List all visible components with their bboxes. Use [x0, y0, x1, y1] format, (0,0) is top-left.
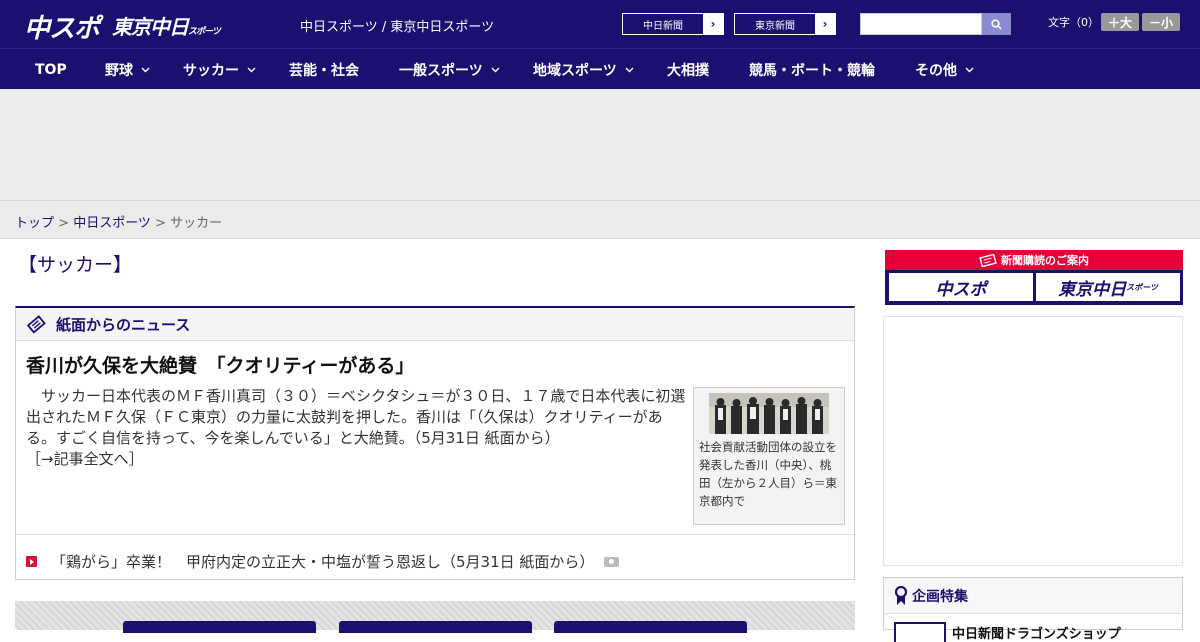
nav-label: 芸能・社会: [289, 62, 359, 79]
newspaper-icon: [26, 315, 46, 334]
more-links-area: [15, 601, 855, 633]
nav-label: その他: [915, 62, 957, 79]
font-bigger-button[interactable]: ＋大: [1101, 13, 1139, 31]
nav-item-soccer[interactable]: サッカー: [183, 49, 256, 90]
article-body: サッカー日本代表のＭＦ香川真司（３０）＝ベシクタシュ＝が３０日、１７歳で日本代表…: [26, 387, 686, 447]
search-icon: [991, 18, 1002, 30]
chunichi-shimbun-link[interactable]: 中日新聞 ›: [622, 13, 724, 35]
subscription-label: 新聞購読のご案内: [1001, 254, 1089, 267]
font-smaller-button[interactable]: －小: [1142, 13, 1180, 31]
dragons-shop-thumbnail: [894, 622, 946, 642]
font-size-label: 文字（0）: [1048, 16, 1099, 29]
chunichi-shimbun-label: 中日新聞: [643, 20, 683, 32]
more-link-button-1[interactable]: [123, 621, 316, 633]
nav-label: 大相撲: [667, 62, 709, 79]
tokyo-logo-suffix: スポーツ: [188, 27, 221, 37]
article-photo[interactable]: [709, 393, 829, 434]
special-features-title: 企画特集: [912, 588, 968, 605]
tokyo-chunichi-sports-logo[interactable]: 東京中日スポーツ: [112, 11, 221, 40]
main-nav: TOP 野球 サッカー 芸能・社会 一般スポーツ 地域スポーツ 大相撲 競馬・ボ…: [0, 48, 1200, 89]
divider: [16, 534, 854, 535]
nav-label: 地域スポーツ: [533, 62, 617, 79]
nav-label: 競馬・ボート・競輪: [749, 62, 875, 79]
tokyo-shimbun-link[interactable]: 東京新聞 ›: [734, 13, 836, 35]
chevron-right-icon: ›: [703, 14, 723, 34]
chevron-down-icon: [247, 67, 256, 73]
news-box-header: 紙面からのニュース: [16, 308, 854, 341]
nav-item-racing[interactable]: 競馬・ボート・競輪: [749, 49, 875, 90]
photo-image: [709, 393, 829, 434]
nav-item-other[interactable]: その他: [915, 49, 974, 90]
tokyo-shimbun-label: 東京新聞: [755, 20, 795, 32]
breadcrumb-top-link[interactable]: トップ: [15, 216, 54, 231]
special-feature-item[interactable]: 中日新聞ドラゴンズショップ: [894, 622, 1121, 642]
top-header: 中スポ 東京中日スポーツ 中日スポーツ / 東京中日スポーツ 中日新聞 › 東京…: [0, 0, 1200, 48]
nav-label: サッカー: [183, 62, 239, 79]
chevron-down-icon: [491, 67, 500, 73]
chuspo-logo-text: 中スポ: [935, 279, 987, 300]
more-link-button-3[interactable]: [554, 621, 747, 633]
news-box-title: 紙面からのニュース: [56, 315, 191, 334]
site-title: 中日スポーツ / 東京中日スポーツ: [300, 20, 495, 35]
nav-item-baseball[interactable]: 野球: [105, 49, 150, 90]
article-photo-card[interactable]: 社会貢献活動団体の設立を発表した香川（中央）、桃田（左から２人目）ら＝東京都内で: [693, 387, 845, 525]
breadcrumb-separator: >: [54, 216, 74, 231]
subscription-banner[interactable]: 新聞購読のご案内 中スポ 東京中日 スポーツ: [885, 250, 1183, 305]
read-more-link[interactable]: ［→記事全文へ］: [26, 450, 144, 468]
article-headline[interactable]: 香川が久保を大絶賛 「クオリティーがある」: [26, 351, 414, 378]
special-features-header: 企画特集: [884, 578, 1182, 614]
nav-item-general-sports[interactable]: 一般スポーツ: [399, 49, 500, 90]
paper-news-box: 紙面からのニュース 香川が久保を大絶賛 「クオリティーがある」 サッカー日本代表…: [15, 306, 855, 580]
nav-label: TOP: [35, 61, 67, 78]
more-link-button-2[interactable]: [339, 621, 532, 633]
chuspo-subscribe-link[interactable]: 中スポ: [889, 273, 1033, 301]
breadcrumb-current: サッカー: [170, 216, 223, 231]
search-input[interactable]: [860, 13, 982, 35]
arrow-bullet-icon: [26, 556, 37, 567]
special-feature-label: 中日新聞ドラゴンズショップ: [952, 627, 1121, 642]
tokyo-chunichi-subscribe-link[interactable]: 東京中日 スポーツ: [1036, 273, 1180, 301]
chevron-down-icon: [625, 67, 634, 73]
nav-item-entertainment[interactable]: 芸能・社会: [289, 49, 359, 90]
tokyo-logo-text: 東京中日: [1058, 279, 1127, 300]
sub-news-title: 「鶏がら」卒業！ 甲府内定の立正大・中塩が誓う恩返し（5月31日 紙面から）: [51, 553, 595, 571]
special-features-box: 企画特集 中日新聞ドラゴンズショップ: [883, 577, 1183, 642]
photo-caption: 社会貢献活動団体の設立を発表した香川（中央）、桃田（左から２人目）ら＝東京都内で: [699, 440, 837, 508]
search-button[interactable]: [982, 13, 1011, 35]
article-summary: サッカー日本代表のＭＦ香川真司（３０）＝ベシクタシュ＝が３０日、１７歳で日本代表…: [26, 386, 686, 470]
sidebar-ad-slot: [883, 316, 1183, 566]
camera-icon: [604, 556, 620, 567]
chevron-down-icon: [965, 67, 974, 73]
chevron-down-icon: [141, 67, 150, 73]
sub-news-link[interactable]: 「鶏がら」卒業！ 甲府内定の立正大・中塩が誓う恩返し（5月31日 紙面から）: [26, 551, 620, 572]
tokyo-logo-suffix: スポーツ: [1126, 282, 1158, 292]
nav-label: 一般スポーツ: [399, 62, 483, 79]
nav-item-regional-sports[interactable]: 地域スポーツ: [533, 49, 634, 90]
nav-label: 野球: [105, 62, 133, 79]
nav-item-top[interactable]: TOP: [35, 49, 67, 90]
tokyo-logo-text: 東京中日: [112, 15, 189, 39]
breadcrumb: トップ > 中日スポーツ > サッカー: [15, 212, 222, 231]
nav-item-sumo[interactable]: 大相撲: [667, 49, 709, 90]
subscription-banner-header: 新聞購読のご案内: [885, 250, 1183, 270]
breadcrumb-separator: >: [150, 216, 171, 231]
ribbon-icon: [894, 585, 908, 605]
chevron-right-icon: ›: [815, 14, 835, 34]
breadcrumb-bar: トップ > 中日スポーツ > サッカー: [0, 201, 1200, 239]
ad-banner-area: [0, 89, 1200, 201]
ticket-icon: [979, 253, 997, 267]
breadcrumb-chunichi-sports-link[interactable]: 中日スポーツ: [73, 216, 151, 231]
page-title: 【サッカー】: [18, 254, 133, 276]
chuspo-logo[interactable]: 中スポ: [24, 8, 100, 45]
